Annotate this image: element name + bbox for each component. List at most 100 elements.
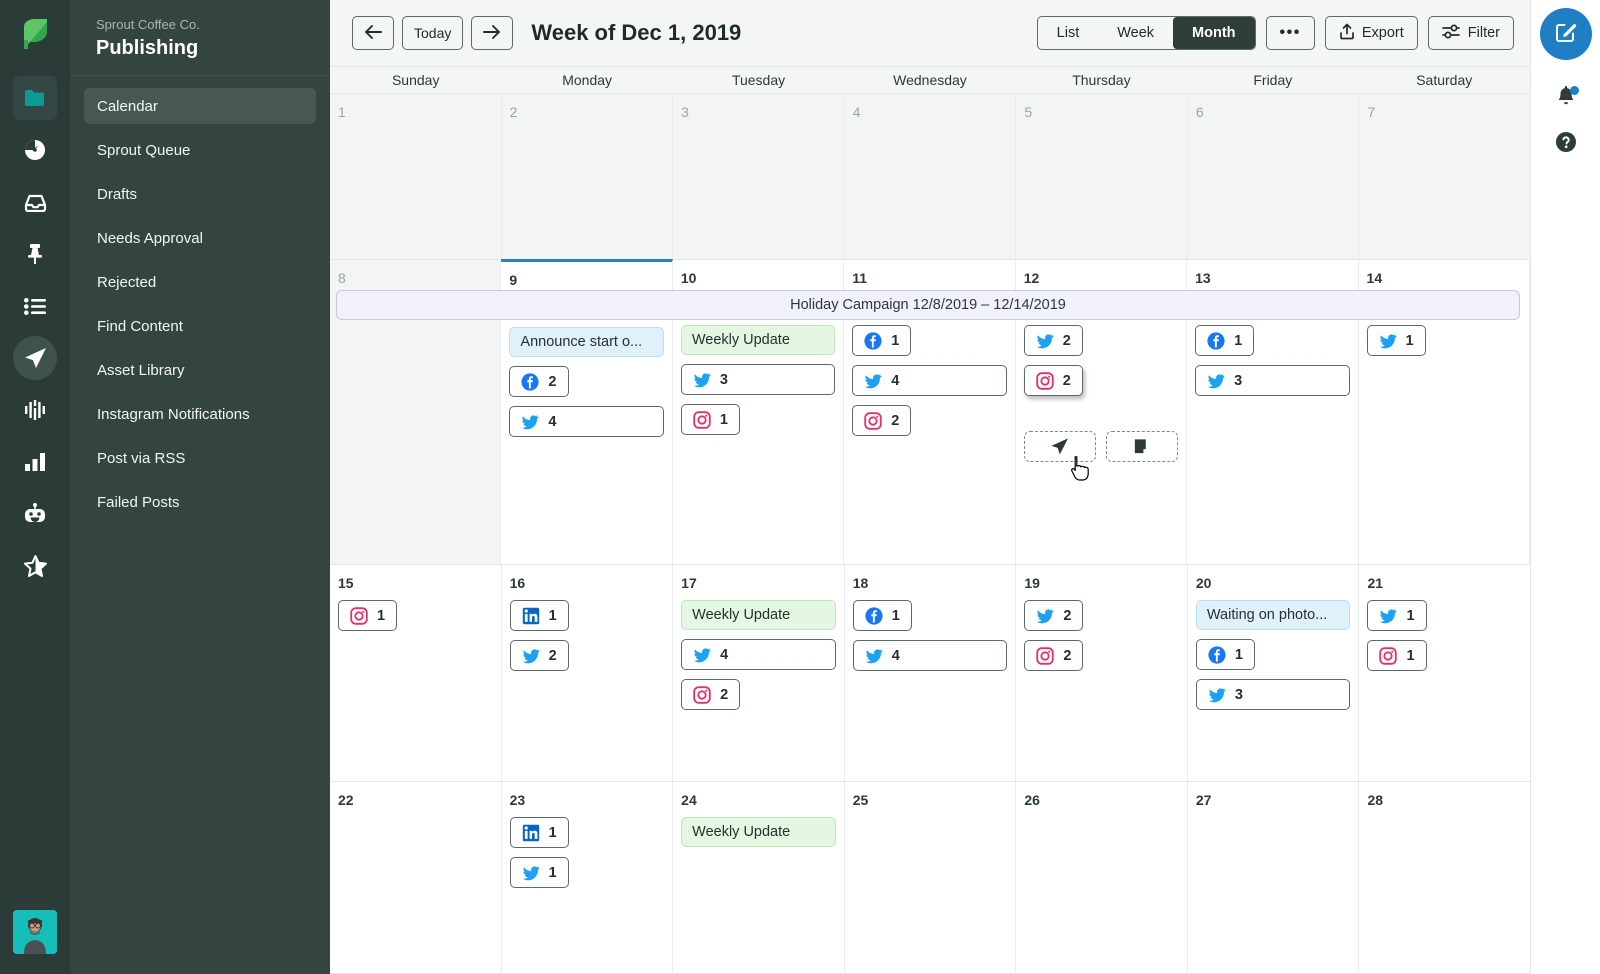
campaign-label-chip[interactable]: Waiting on photo... [1196,600,1351,630]
post-count-chip-instagram[interactable]: 2 [1024,640,1083,671]
post-count-chip-twitter[interactable]: 2 [1024,600,1083,631]
post-count-chip-instagram[interactable]: 2 [852,405,911,436]
view-mode-list[interactable]: List [1038,17,1099,49]
sidebar-item-calendar[interactable]: Calendar [84,88,316,124]
create-draft-action[interactable] [1106,431,1178,462]
campaign-label-chip[interactable]: Weekly Update [681,325,835,355]
post-count-chip-twitter[interactable]: 3 [1196,679,1351,710]
post-count-chip-linkedin[interactable]: 1 [510,817,569,848]
sidebar-item-instagram-notifications[interactable]: Instagram Notifications [84,396,316,432]
campaign-label-chip[interactable]: Announce start o... [509,327,663,357]
sidebar-item-asset-library[interactable]: Asset Library [84,352,316,388]
view-mode-week[interactable]: Week [1098,17,1173,49]
post-count-chip-twitter[interactable]: 3 [1195,365,1349,396]
export-button-label: Export [1362,25,1404,41]
calendar-day-cell[interactable]: 5 [1016,94,1188,259]
post-count-chip-instagram[interactable]: 1 [338,600,397,631]
campaign-label-chip[interactable]: Weekly Update [681,817,836,847]
filter-button[interactable]: Filter [1428,16,1514,50]
day-number: 1 [338,103,493,121]
sidebar-item-post-via-rss[interactable]: Post via RSS [84,440,316,476]
sidebar-item-drafts[interactable]: Drafts [84,176,316,212]
calendar-day-cell[interactable]: 22 [330,782,502,973]
help-button[interactable] [1544,122,1588,166]
calendar-day-cell[interactable]: 7 [1359,94,1530,259]
rail-item-publishing[interactable] [13,336,57,380]
campaign-banner[interactable]: Holiday Campaign 12/8/2019 – 12/14/2019 [336,290,1520,320]
rail-item-feeds[interactable] [13,284,57,328]
calendar-day-cell[interactable]: 1814 [845,565,1017,781]
calendar-day-cell[interactable]: 17Weekly Update42 [673,565,845,781]
calendar-day-cell[interactable]: 2 [502,94,674,259]
publish-post-action[interactable] [1024,431,1096,462]
calendar-day-cell[interactable]: 1612 [502,565,674,781]
notifications-button[interactable] [1544,78,1588,122]
calendar-day-cell[interactable]: 1 [330,94,502,259]
calendar-day-cell[interactable]: 20Waiting on photo...13 [1188,565,1360,781]
post-count-chip-twitter[interactable]: 2 [510,640,569,671]
previous-period-button[interactable] [352,16,394,50]
calendar-day-cell[interactable]: 26 [1016,782,1188,973]
calendar-day-cell[interactable]: 6 [1188,94,1360,259]
rail-item-tasks[interactable] [13,232,57,276]
post-count-chip-instagram[interactable]: 1 [681,404,740,435]
rail-item-reports[interactable] [13,440,57,484]
calendar-day-cell[interactable]: 1922 [1016,565,1188,781]
post-count-chip-instagram[interactable]: 2 [681,679,740,710]
post-count-chip-facebook[interactable]: 1 [1195,325,1254,356]
export-button[interactable]: Export [1325,16,1418,50]
post-count-chip-twitter[interactable]: 4 [681,639,836,670]
sprout-leaf-logo[interactable] [15,14,55,54]
post-chip-row: 1 [510,817,665,857]
calendar-day-cell[interactable]: 2311 [502,782,674,973]
post-count-chip-twitter[interactable]: 3 [681,364,835,395]
post-count-chip-twitter[interactable]: 2 [1024,325,1083,356]
sidebar-item-label: Asset Library [97,362,185,379]
day-number: 4 [853,103,1008,121]
post-count-chip-facebook[interactable]: 1 [853,600,912,631]
post-count-chip-twitter[interactable]: 4 [853,640,1008,671]
avatar[interactable] [13,910,57,954]
rail-item-messages[interactable] [13,76,57,120]
more-options-button[interactable]: ••• [1266,16,1315,50]
post-count-chip-twitter[interactable]: 1 [1367,325,1426,356]
calendar-day-cell[interactable]: 27 [1188,782,1360,973]
calendar-day-cell[interactable]: 3 [673,94,845,259]
post-count-chip-facebook[interactable]: 1 [1196,639,1255,670]
rail-item-smart-inbox[interactable] [13,180,57,224]
rail-item-dashboard[interactable] [13,128,57,172]
calendar-day-cell[interactable]: 28 [1359,782,1530,973]
calendar-day-cell[interactable]: 2111 [1359,565,1530,781]
rail-item-reviews[interactable] [13,544,57,588]
post-count-chip-instagram[interactable]: 1 [1367,640,1426,671]
post-chip-row: 1 [1367,325,1521,365]
calendar-day-cell[interactable]: 24Weekly Update [673,782,845,973]
calendar-day-cell[interactable]: 25 [845,782,1017,973]
post-count-chip-facebook[interactable]: 2 [509,366,568,397]
rail-item-bots[interactable] [13,492,57,536]
sidebar-item-failed-posts[interactable]: Failed Posts [84,484,316,520]
twitter-icon [1208,686,1226,704]
compose-button[interactable] [1540,8,1592,60]
sidebar-item-sprout-queue[interactable]: Sprout Queue [84,132,316,168]
sidebar-item-find-content[interactable]: Find Content [84,308,316,344]
day-content: Waiting on photo... 1 3 [1196,600,1351,719]
sidebar-item-needs-approval[interactable]: Needs Approval [84,220,316,256]
sidebar-item-rejected[interactable]: Rejected [84,264,316,300]
post-chip-row: 2 [681,679,836,719]
calendar-day-cell[interactable]: 4 [845,94,1017,259]
post-count-chip-twitter[interactable]: 4 [852,365,1006,396]
calendar-day-cell[interactable]: 151 [330,565,502,781]
campaign-label-chip[interactable]: Weekly Update [681,600,836,630]
today-button[interactable]: Today [402,16,463,50]
post-count-chip-instagram[interactable]: 2 [1024,365,1083,396]
sidebar-item-label: Calendar [97,98,158,115]
next-period-button[interactable] [471,16,513,50]
rail-item-listening[interactable] [13,388,57,432]
post-count-chip-twitter[interactable]: 4 [509,406,663,437]
post-count-chip-facebook[interactable]: 1 [852,325,911,356]
post-count-chip-twitter[interactable]: 1 [510,857,569,888]
post-count-chip-twitter[interactable]: 1 [1367,600,1426,631]
view-mode-month[interactable]: Month [1173,17,1254,49]
post-count-chip-linkedin[interactable]: 1 [510,600,569,631]
